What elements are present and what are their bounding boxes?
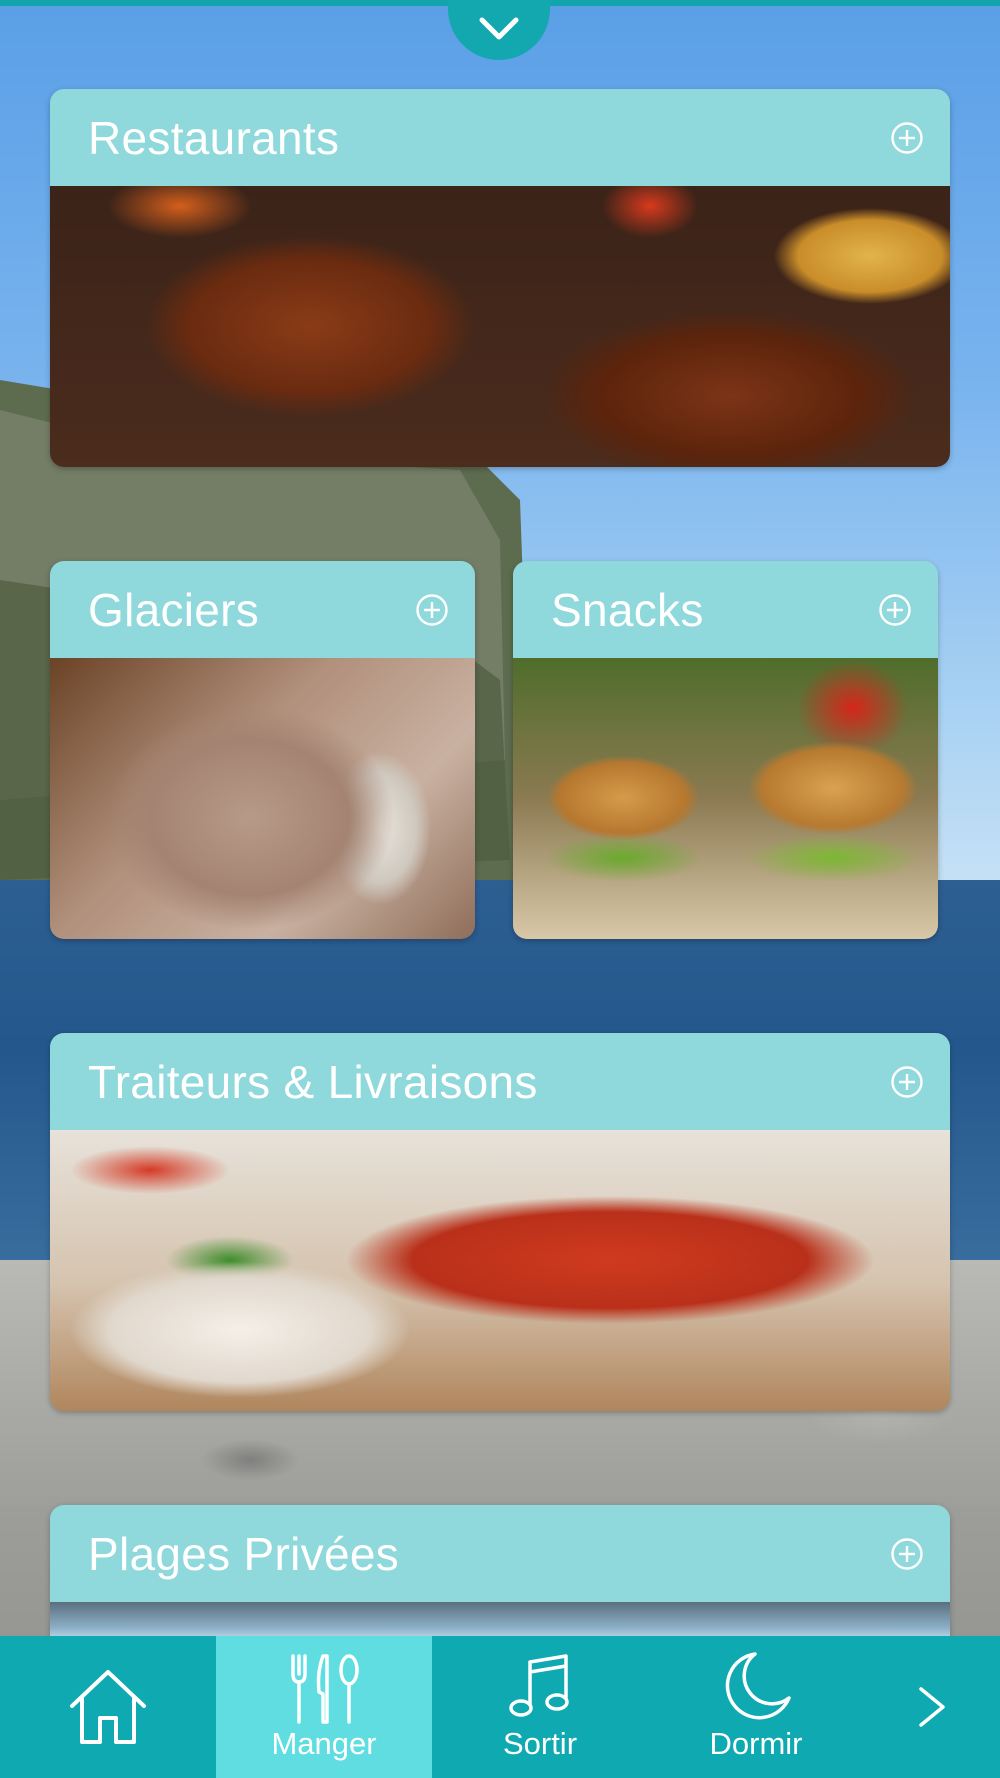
card-title: Snacks bbox=[551, 583, 704, 636]
chevron-down-icon bbox=[479, 17, 519, 40]
bottom-tab-bar: Manger Sortir Dormir bbox=[0, 1636, 1000, 1778]
traiteurs-photo bbox=[50, 1130, 950, 1411]
category-card-snacks[interactable]: Snacks bbox=[513, 561, 938, 939]
category-card-traiteurs[interactable]: Traiteurs & Livraisons bbox=[50, 1033, 950, 1411]
plus-circle-icon[interactable] bbox=[890, 121, 924, 155]
tab-label: Manger bbox=[271, 1726, 377, 1761]
music-note-icon bbox=[509, 1654, 569, 1717]
snacks-photo bbox=[513, 658, 938, 939]
home-icon bbox=[70, 1670, 146, 1744]
tab-label: Sortir bbox=[502, 1726, 578, 1761]
card-title: Plages Privées bbox=[88, 1527, 400, 1580]
tab-label: Dormir bbox=[709, 1726, 803, 1761]
tab-dormir[interactable]: Dormir bbox=[648, 1636, 864, 1778]
card-header: Glaciers bbox=[50, 561, 475, 658]
card-header: Snacks bbox=[513, 561, 938, 658]
fork-knife-spoon-icon bbox=[291, 1654, 359, 1724]
tabbar-next-button[interactable] bbox=[864, 1636, 1000, 1778]
card-header: Restaurants bbox=[50, 89, 950, 186]
plus-circle-icon[interactable] bbox=[890, 1537, 924, 1571]
card-header: Plages Privées bbox=[50, 1505, 950, 1602]
plus-circle-icon[interactable] bbox=[415, 593, 449, 627]
category-card-glaciers[interactable]: Glaciers bbox=[50, 561, 475, 939]
restaurants-photo bbox=[50, 186, 950, 467]
card-title: Traiteurs & Livraisons bbox=[88, 1055, 538, 1108]
chevron-right-icon bbox=[919, 1687, 945, 1727]
category-card-plages[interactable]: Plages Privées bbox=[50, 1505, 950, 1645]
tab-home[interactable] bbox=[0, 1636, 216, 1778]
plus-circle-icon[interactable] bbox=[878, 593, 912, 627]
moon-icon bbox=[725, 1652, 791, 1720]
card-title: Restaurants bbox=[88, 111, 340, 164]
tab-manger[interactable]: Manger bbox=[216, 1636, 432, 1778]
glaciers-photo bbox=[50, 658, 475, 939]
category-card-restaurants[interactable]: Restaurants bbox=[50, 89, 950, 467]
card-header: Traiteurs & Livraisons bbox=[50, 1033, 950, 1130]
card-title: Glaciers bbox=[88, 583, 260, 636]
tab-sortir[interactable]: Sortir bbox=[432, 1636, 648, 1778]
plus-circle-icon[interactable] bbox=[890, 1065, 924, 1099]
